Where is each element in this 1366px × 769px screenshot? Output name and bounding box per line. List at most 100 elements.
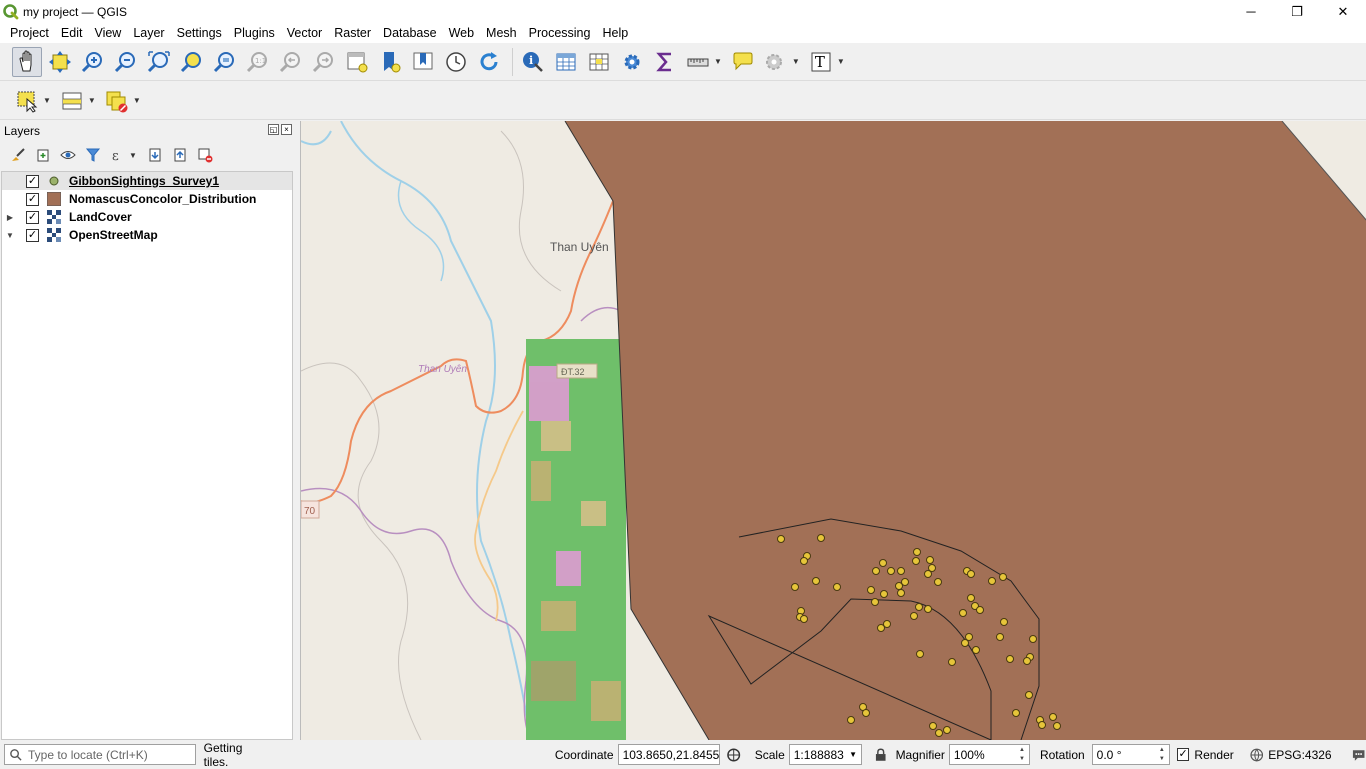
sighting-point	[967, 570, 975, 578]
zoom-to-layer-button[interactable]	[210, 47, 240, 77]
filter-legend-button[interactable]	[81, 144, 105, 166]
new-bookmark-button[interactable]	[375, 47, 405, 77]
locator-search[interactable]: Type to locate (Ctrl+K)	[4, 744, 196, 765]
layer-row-landcover[interactable]: ▶ ✓ LandCover	[2, 208, 292, 226]
sighting-point	[935, 729, 943, 737]
menu-plugins[interactable]: Plugins	[228, 23, 281, 43]
menu-help[interactable]: Help	[596, 23, 634, 43]
menu-edit[interactable]: Edit	[55, 23, 89, 43]
temporal-controller-icon	[446, 51, 466, 72]
identify-features-button[interactable]: i	[518, 47, 548, 77]
layer-row-gibbon-sightings[interactable]: ✓ GibbonSightings_Survey1	[2, 172, 292, 190]
pan-map-button[interactable]	[12, 46, 42, 77]
crs-label[interactable]: EPSG:4326	[1268, 748, 1331, 762]
zoom-native-button[interactable]: 1:1	[243, 47, 273, 77]
collapse-all-button[interactable]	[168, 144, 192, 166]
menu-settings[interactable]: Settings	[171, 23, 228, 43]
sighting-point	[912, 557, 920, 565]
messages-icon[interactable]	[1351, 747, 1366, 763]
menu-mesh[interactable]: Mesh	[480, 23, 523, 43]
close-panel-button[interactable]: ×	[281, 124, 292, 135]
manage-map-themes-button[interactable]	[56, 144, 80, 166]
add-group-button[interactable]	[31, 144, 55, 166]
expand-all-button[interactable]	[143, 144, 167, 166]
zoom-to-selection-button[interactable]	[177, 47, 207, 77]
scale-label: Scale	[754, 747, 785, 762]
menu-web[interactable]: Web	[443, 23, 480, 43]
text-annotation-dropdown-icon[interactable]: ▼	[837, 57, 845, 66]
measure-line-button[interactable]	[683, 47, 713, 77]
menu-processing[interactable]: Processing	[523, 23, 597, 43]
menu-layer[interactable]: Layer	[127, 23, 170, 43]
layer-row-nomascus-distribution[interactable]: ✓ NomascusConcolor_Distribution	[2, 190, 292, 208]
layer-row-openstreetmap[interactable]: ▼ ✓ OpenStreetMap	[2, 226, 292, 244]
refresh-button[interactable]	[474, 47, 504, 77]
filter-by-expression-button[interactable]: ε	[106, 144, 130, 166]
menu-view[interactable]: View	[88, 23, 127, 43]
zoom-last-button[interactable]	[276, 47, 306, 77]
rotation-spinner[interactable]: ▲ ▼	[1159, 746, 1169, 764]
render-checkbox[interactable]: ✓	[1176, 748, 1190, 761]
select-features-dropdown-icon[interactable]: ▼	[43, 96, 51, 105]
minimize-button[interactable]: ─	[1228, 0, 1274, 23]
menu-vector[interactable]: Vector	[281, 23, 328, 43]
close-window-button[interactable]: ✕	[1320, 0, 1366, 23]
new-map-view-button[interactable]	[342, 47, 372, 77]
select-features-button[interactable]	[12, 86, 42, 116]
sighting-point	[924, 605, 932, 613]
open-attribute-table-icon	[556, 53, 576, 70]
measure-dropdown-icon[interactable]: ▼	[714, 57, 722, 66]
map-canvas[interactable]: Than Uyên Than Uyên ĐT.32 70	[300, 121, 1366, 740]
sighting-point	[777, 535, 785, 543]
sighting-point	[926, 556, 934, 564]
coordinate-toggle-icon[interactable]	[726, 747, 741, 763]
pan-to-selection-button[interactable]	[45, 47, 75, 77]
map-rendering: Than Uyên Than Uyên ĐT.32 70	[301, 121, 1366, 740]
sighting-point	[1049, 713, 1057, 721]
map-tips-button[interactable]	[728, 47, 758, 77]
magnifier-field[interactable]: 100% ▲ ▼	[948, 744, 1030, 765]
annotation-dropdown-icon[interactable]: ▼	[792, 57, 800, 66]
crs-globe-icon[interactable]	[1250, 748, 1263, 762]
statistical-summary-button[interactable]	[650, 47, 680, 77]
layer-expander[interactable]: ▼	[4, 231, 16, 240]
open-layer-styling-button[interactable]	[6, 144, 30, 166]
menu-database[interactable]: Database	[377, 23, 443, 43]
menu-project[interactable]: Project	[4, 23, 55, 43]
temporal-controller-button[interactable]	[441, 47, 471, 77]
field-calculator-button[interactable]	[584, 47, 614, 77]
zoom-full-button[interactable]	[144, 47, 174, 77]
annotation-button[interactable]	[761, 47, 791, 77]
layer-visibility-checkbox[interactable]: ✓	[26, 228, 39, 242]
text-annotation-button[interactable]: T	[806, 47, 836, 77]
layer-visibility-checkbox[interactable]: ✓	[26, 192, 39, 206]
scale-field[interactable]: 1:188883 ▼	[788, 744, 863, 765]
layer-visibility-checkbox[interactable]: ✓	[26, 174, 39, 188]
menu-raster[interactable]: Raster	[328, 23, 377, 43]
zoom-in-button[interactable]	[78, 47, 108, 77]
attribute-table-button[interactable]	[551, 47, 581, 77]
processing-toolbox-button[interactable]	[617, 47, 647, 77]
zoom-out-button[interactable]	[111, 47, 141, 77]
restore-button[interactable]: ❐	[1274, 0, 1320, 23]
remove-layer-button[interactable]	[193, 144, 217, 166]
layer-visibility-checkbox[interactable]: ✓	[26, 210, 39, 224]
remove-layer-icon	[198, 148, 213, 163]
select-by-attribute-button[interactable]	[57, 86, 87, 116]
expression-dropdown-icon[interactable]: ▼	[129, 151, 137, 160]
sighting-point	[847, 716, 855, 724]
lock-icon[interactable]	[874, 748, 887, 762]
show-bookmarks-button[interactable]	[408, 47, 438, 77]
sighting-point	[1025, 691, 1033, 699]
undock-panel-button[interactable]: ◱	[268, 124, 279, 135]
select-by-attribute-dropdown-icon[interactable]: ▼	[88, 96, 96, 105]
magnifier-spinner[interactable]: ▲ ▼	[1019, 746, 1029, 764]
coordinate-field[interactable]: 103.8650,21.8455	[617, 744, 721, 765]
zoom-next-button[interactable]	[309, 47, 339, 77]
deselect-features-button[interactable]	[102, 86, 132, 116]
coordinate-label: Coordinate	[554, 747, 614, 762]
rotation-field[interactable]: 0.0 ° ▲ ▼	[1091, 744, 1170, 765]
layer-expander[interactable]: ▶	[4, 213, 16, 222]
scale-dropdown-icon[interactable]: ▼	[849, 750, 857, 759]
deselect-dropdown-icon[interactable]: ▼	[133, 96, 141, 105]
